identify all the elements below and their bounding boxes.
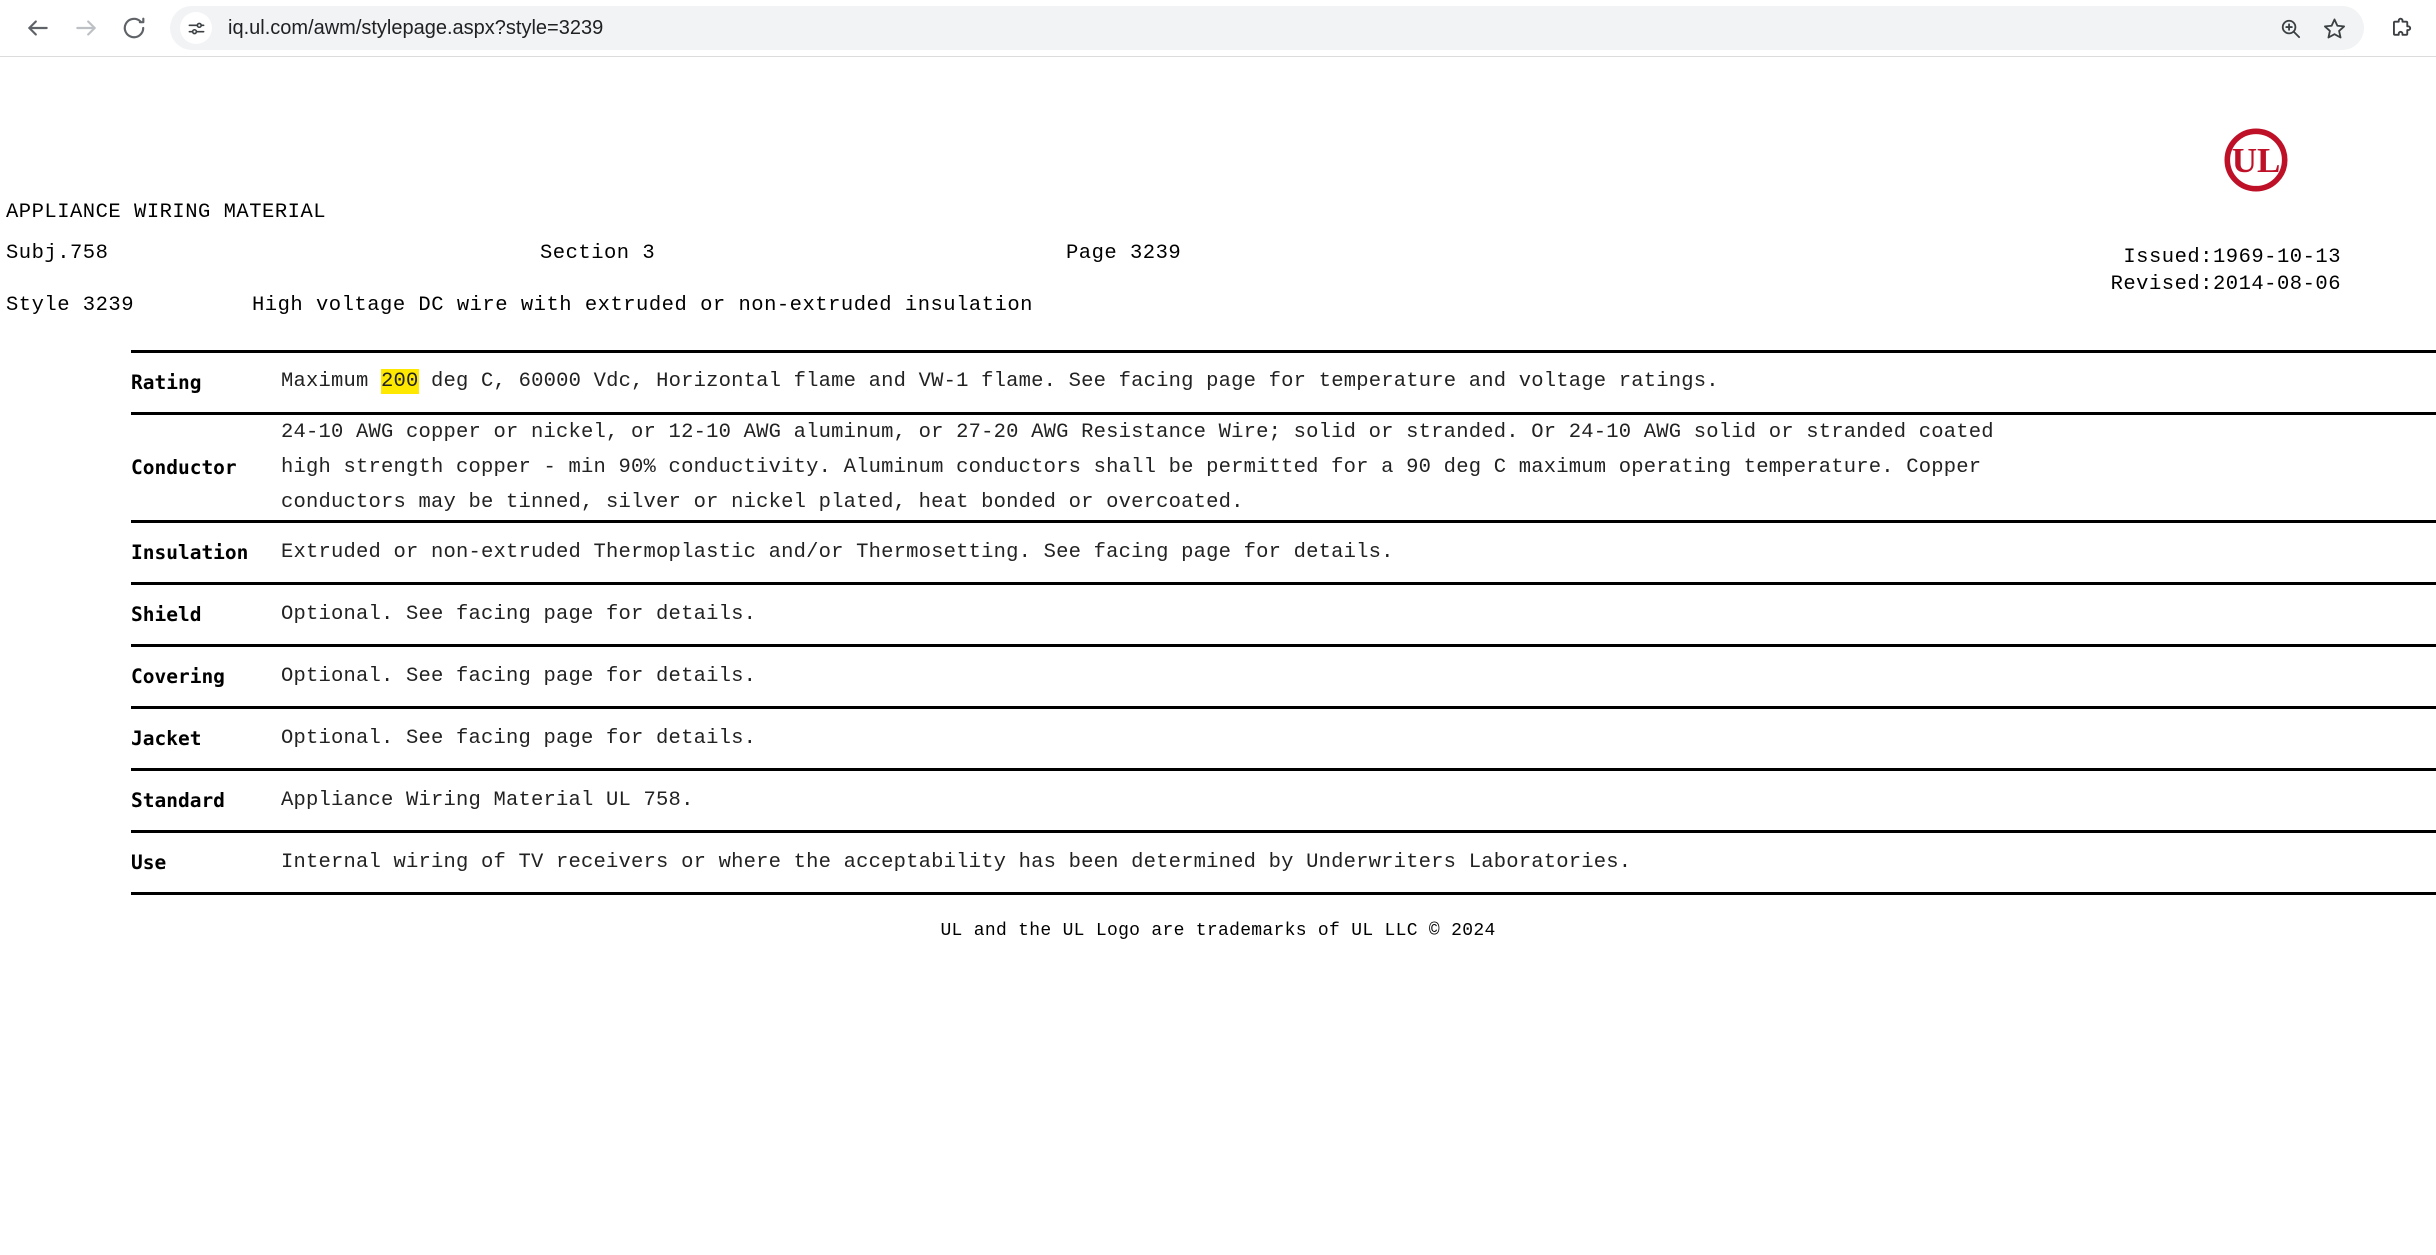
document-header-row: Subj.758 Section 3 Page 3239 Issued:1969…	[0, 241, 2436, 296]
style-description: High voltage DC wire with extruded or no…	[252, 294, 1033, 317]
document-page: UL APPLIANCE WIRING MATERIAL Subj.758 Se…	[0, 57, 2436, 1255]
bookmark-button[interactable]	[2316, 10, 2352, 46]
reload-button[interactable]	[110, 4, 158, 52]
ul-logo-text: UL	[2232, 141, 2281, 180]
row-label-use: Use	[131, 851, 167, 875]
revised-date: Revised:2014-08-06	[2110, 273, 2341, 297]
subject-number: Subj.758	[6, 241, 109, 265]
row-label-insulation: Insulation	[131, 541, 249, 565]
document-header: APPLIANCE WIRING MATERIAL Subj.758 Secti…	[0, 57, 2436, 317]
ul-logo: UL	[2224, 128, 2288, 192]
row-value-insulation: Extruded or non-extruded Thermoplastic a…	[281, 535, 2436, 570]
rating-suffix: deg C, 60000 Vdc, Horizontal flame and V…	[418, 370, 1719, 394]
row-value-rating: Maximum 200 deg C, 60000 Vdc, Horizontal…	[281, 364, 2436, 399]
section-number: Section 3	[540, 241, 656, 265]
back-arrow-icon	[28, 20, 48, 36]
forward-arrow-icon	[76, 20, 96, 36]
conductor-line-3: conductors may be tinned, silver or nick…	[281, 491, 1244, 514]
jacket-line-1: Optional. See facing page for details.	[281, 727, 757, 751]
shield-line-1: Optional. See facing page for details.	[281, 603, 757, 627]
reload-icon	[123, 17, 145, 39]
row-value-standard: Appliance Wiring Material UL 758.	[281, 783, 2436, 818]
row-value-shield: Optional. See facing page for details.	[281, 597, 2436, 632]
extensions-button[interactable]	[2378, 6, 2422, 50]
puzzle-piece-icon	[2392, 17, 2411, 36]
row-value-covering: Optional. See facing page for details.	[281, 659, 2436, 694]
back-button[interactable]	[14, 4, 62, 52]
trademark-footer: UL and the UL Logo are trademarks of UL …	[940, 921, 1496, 942]
row-label-standard: Standard	[131, 789, 225, 813]
forward-button[interactable]	[62, 4, 110, 52]
browser-toolbar: iq.ul.com/awm/stylepage.aspx?style=3239	[0, 0, 2436, 57]
address-bar[interactable]: iq.ul.com/awm/stylepage.aspx?style=3239	[170, 6, 2364, 50]
rating-prefix: Maximum	[281, 370, 382, 394]
row-label-covering: Covering	[131, 665, 225, 689]
zoom-button[interactable]	[2272, 10, 2308, 46]
conductor-line-2: high strength copper - min 90% conductiv…	[281, 455, 1982, 479]
rating-temperature-highlight: 200	[381, 369, 419, 395]
zoom-in-icon	[2281, 19, 2300, 38]
star-icon	[2323, 18, 2345, 38]
conductor-line-1: 24-10 AWG copper or nickel, or 12-10 AWG…	[281, 420, 1994, 444]
row-label-shield: Shield	[131, 603, 202, 627]
site-settings-button[interactable]	[180, 12, 212, 44]
table-row: Insulation Extruded or non-extruded Ther…	[131, 523, 2436, 586]
use-line-1: Internal wiring of TV receivers or where…	[281, 851, 1632, 875]
covering-line-1: Optional. See facing page for details.	[281, 665, 757, 689]
tune-icon	[188, 22, 204, 34]
table-row: Jacket Optional. See facing page for det…	[131, 709, 2436, 772]
insulation-line-1: Extruded or non-extruded Thermoplastic a…	[281, 541, 1394, 565]
table-row: Covering Optional. See facing page for d…	[131, 647, 2436, 710]
document-dates: Issued:1969-10-13 Revised:2014-08-06	[2105, 244, 2341, 299]
row-label-rating: Rating	[131, 370, 202, 394]
specification-table: Rating Maximum 200 deg C, 60000 Vdc, Hor…	[131, 349, 2436, 896]
style-label: Style 3239	[6, 294, 135, 317]
table-row: Standard Appliance Wiring Material UL 75…	[131, 771, 2436, 834]
document-title: APPLIANCE WIRING MATERIAL	[6, 201, 327, 224]
page-number: Page 3239	[1066, 241, 1182, 265]
table-row: Use Internal wiring of TV receivers or w…	[131, 833, 2436, 896]
row-value-conductor: 24-10 AWG copper or nickel, or 12-10 AWG…	[281, 415, 2436, 521]
standard-line-1: Appliance Wiring Material UL 758.	[281, 789, 694, 813]
row-value-use: Internal wiring of TV receivers or where…	[281, 845, 2436, 880]
row-label-conductor: Conductor	[131, 455, 237, 479]
row-label-jacket: Jacket	[131, 727, 202, 751]
row-value-jacket: Optional. See facing page for details.	[281, 721, 2436, 756]
style-row: Style 3239 High voltage DC wire with ext…	[0, 294, 2436, 317]
table-row: Shield Optional. See facing page for det…	[131, 585, 2436, 648]
table-row: Rating Maximum 200 deg C, 60000 Vdc, Hor…	[131, 353, 2436, 415]
issued-date: Issued:1969-10-13	[2123, 245, 2341, 269]
table-row: Conductor 24-10 AWG copper or nickel, or…	[131, 415, 2436, 524]
url-text[interactable]: iq.ul.com/awm/stylepage.aspx?style=3239	[228, 17, 2268, 40]
